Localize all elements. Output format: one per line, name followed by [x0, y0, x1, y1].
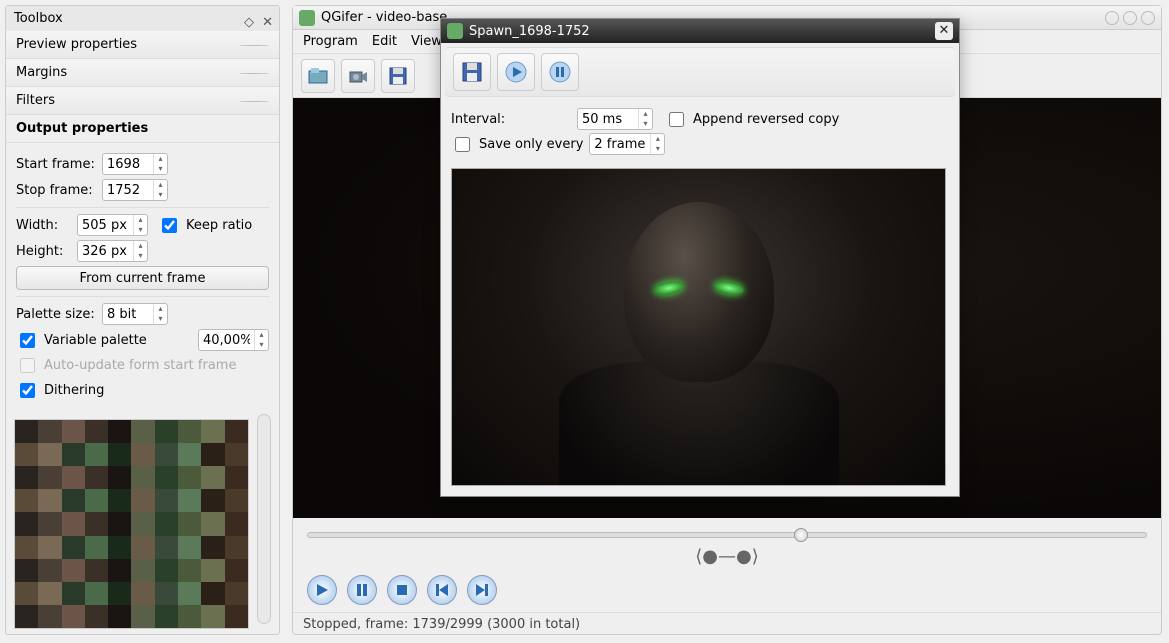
- timeline-slider[interactable]: [307, 532, 1147, 538]
- stop-frame-label: Stop frame:: [16, 183, 96, 198]
- interval-input[interactable]: [578, 110, 638, 129]
- stop-frame-input[interactable]: [103, 181, 153, 200]
- menu-edit[interactable]: Edit: [372, 34, 397, 49]
- height-spinner[interactable]: ▴▾: [77, 240, 148, 262]
- variable-palette-checkbox[interactable]: [20, 333, 35, 348]
- start-frame-spinner[interactable]: ▴▾: [102, 153, 168, 175]
- dialog-app-icon: [447, 23, 463, 39]
- play-button[interactable]: [307, 575, 337, 605]
- keep-ratio-checkbox[interactable]: [162, 218, 177, 233]
- maximize-button[interactable]: [1123, 11, 1137, 25]
- status-text: Stopped, frame: 1739/2999 (3000 in total…: [303, 617, 580, 632]
- toolbox-title: Toolbox: [14, 11, 63, 26]
- dialog-save-button[interactable]: [453, 53, 491, 91]
- auto-update-checkbox: [20, 358, 35, 373]
- append-reversed-label: Append reversed copy: [693, 112, 839, 127]
- dialog-play-button[interactable]: [497, 53, 535, 91]
- width-spinner[interactable]: ▴▾: [77, 214, 148, 236]
- width-label: Width:: [16, 218, 71, 233]
- dialog-title: Spawn_1698-1752: [469, 24, 590, 39]
- toolbar-save-button[interactable]: [381, 59, 415, 93]
- start-frame-label: Start frame:: [16, 157, 96, 172]
- variable-palette-label: Variable palette: [44, 333, 147, 348]
- menu-program[interactable]: Program: [303, 34, 358, 49]
- keep-ratio-label: Keep ratio: [186, 218, 252, 233]
- stop-frame-spinner[interactable]: ▴▾: [102, 179, 168, 201]
- palette-size-input[interactable]: [103, 305, 153, 324]
- interval-spinner[interactable]: ▴▾: [577, 108, 653, 130]
- tab-filters[interactable]: Filters: [6, 87, 279, 115]
- toolbar-open-button[interactable]: [301, 59, 335, 93]
- tab-preview-properties[interactable]: Preview properties: [6, 31, 279, 59]
- dialog-pause-button[interactable]: [541, 53, 579, 91]
- spawn-dialog: Spawn_1698-1752 ✕ Interval: ▴▾ Append re…: [440, 18, 960, 497]
- menu-view[interactable]: View: [411, 34, 442, 49]
- next-frame-button[interactable]: [467, 575, 497, 605]
- variable-palette-spinner[interactable]: ▴▾: [198, 329, 269, 351]
- detach-icon[interactable]: ◇: [244, 15, 254, 30]
- palette-preview: [14, 419, 249, 629]
- minimize-button[interactable]: [1105, 11, 1119, 25]
- output-properties-title: Output properties: [6, 115, 279, 143]
- playback-controls: [293, 568, 1161, 612]
- tab-margins[interactable]: Margins: [6, 59, 279, 87]
- close-icon[interactable]: ✕: [262, 15, 273, 30]
- main-window-title: QGifer - video-base: [321, 10, 447, 25]
- dialog-toolbar: [445, 47, 955, 97]
- height-input[interactable]: [78, 242, 133, 261]
- range-indicator-icon[interactable]: ⟨●—●⟩: [307, 546, 1147, 567]
- toolbox-titlebar: Toolbox ◇ ✕: [6, 6, 279, 31]
- start-frame-input[interactable]: [103, 155, 153, 174]
- stop-button[interactable]: [387, 575, 417, 605]
- from-current-frame-button[interactable]: From current frame: [16, 266, 269, 290]
- palette-size-spinner[interactable]: ▴▾: [102, 303, 168, 325]
- dithering-checkbox[interactable]: [20, 383, 35, 398]
- dithering-label: Dithering: [44, 383, 104, 398]
- append-reversed-checkbox[interactable]: [669, 112, 684, 127]
- timeline-area: ⟨●—●⟩: [293, 518, 1161, 568]
- dialog-preview-image: [451, 168, 946, 486]
- close-button[interactable]: [1141, 11, 1155, 25]
- dialog-close-button[interactable]: ✕: [935, 22, 953, 40]
- save-only-spinner[interactable]: ▴▾: [589, 133, 665, 155]
- app-icon: [299, 10, 315, 26]
- toolbox-panel: Toolbox ◇ ✕ Preview properties Margins F…: [5, 5, 280, 635]
- dialog-titlebar[interactable]: Spawn_1698-1752 ✕: [441, 19, 959, 43]
- save-only-label: Save only every: [479, 137, 583, 152]
- palette-scrollbar[interactable]: [257, 414, 271, 624]
- width-input[interactable]: [78, 216, 133, 235]
- toolbar-record-button[interactable]: [341, 59, 375, 93]
- pause-button[interactable]: [347, 575, 377, 605]
- interval-label: Interval:: [451, 112, 571, 127]
- save-only-checkbox[interactable]: [455, 137, 470, 152]
- save-only-input[interactable]: [590, 135, 650, 154]
- palette-size-label: Palette size:: [16, 307, 96, 322]
- prev-frame-button[interactable]: [427, 575, 457, 605]
- variable-palette-input[interactable]: [199, 331, 254, 350]
- auto-update-label: Auto-update form start frame: [44, 358, 236, 373]
- height-label: Height:: [16, 244, 71, 259]
- statusbar: Stopped, frame: 1739/2999 (3000 in total…: [293, 612, 1161, 636]
